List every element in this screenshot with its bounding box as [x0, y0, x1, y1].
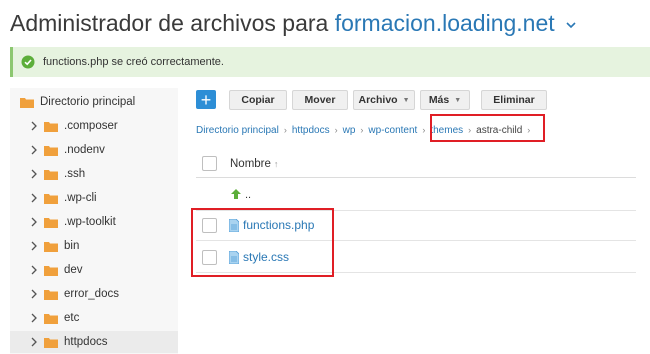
chevron-down-icon: ▼	[402, 96, 410, 104]
more-menu-label: Más	[428, 94, 450, 106]
up-arrow-icon	[231, 189, 241, 199]
tree-root-label: Directorio principal	[40, 96, 136, 108]
name-column-label: Nombre	[230, 157, 271, 170]
banner-message: functions.php se creó correctamente.	[43, 56, 224, 68]
folder-icon	[44, 145, 58, 156]
tree-item-label: .wp-cli	[64, 192, 97, 204]
parent-directory-row[interactable]: ..	[196, 180, 636, 211]
select-all-checkbox[interactable]	[202, 156, 217, 171]
tree-item-dev[interactable]: dev	[30, 262, 83, 278]
tree-item-wp-toolkit[interactable]: .wp-toolkit	[30, 214, 116, 230]
check-circle-icon	[21, 55, 35, 69]
tree-item-label: bin	[64, 240, 80, 252]
breadcrumb-item[interactable]: Directorio principal	[196, 125, 279, 136]
chevron-right-icon[interactable]	[30, 121, 38, 131]
folder-icon	[44, 169, 58, 180]
tree-item-label: httpdocs	[64, 336, 108, 348]
tree-item-etc[interactable]: etc	[30, 310, 79, 326]
breadcrumb-separator-icon: ›	[422, 125, 426, 135]
folder-tree: Directorio principal .composer .nodenv .…	[10, 88, 178, 354]
move-button-label: Mover	[304, 94, 336, 106]
tree-item-label: dev	[64, 264, 83, 276]
folder-icon	[44, 313, 58, 324]
folder-icon	[44, 265, 58, 276]
breadcrumb-separator-icon: ›	[283, 125, 287, 135]
chevron-right-icon[interactable]	[30, 145, 38, 155]
tree-item-bin[interactable]: bin	[30, 238, 79, 254]
tree-item-composer[interactable]: .composer	[30, 118, 118, 134]
copy-button[interactable]: Copiar	[229, 90, 287, 110]
folder-icon	[44, 193, 58, 204]
more-menu-button[interactable]: Más ▼	[420, 90, 470, 110]
chevron-right-icon[interactable]	[30, 313, 38, 323]
tree-root[interactable]: Directorio principal	[20, 94, 135, 110]
tree-item-error-docs[interactable]: error_docs	[30, 286, 119, 302]
folder-icon	[44, 337, 58, 348]
tree-item-nodenv[interactable]: .nodenv	[30, 142, 105, 158]
tree-item-label: .composer	[64, 120, 118, 132]
tree-item-label: .wp-toolkit	[64, 216, 116, 228]
highlight-box-files	[191, 208, 334, 277]
tree-item-ssh[interactable]: .ssh	[30, 166, 85, 182]
breadcrumb-separator-icon: ›	[334, 125, 338, 135]
sort-arrow-icon: ↑	[273, 158, 279, 169]
folder-icon	[44, 289, 58, 300]
chevron-right-icon[interactable]	[30, 337, 38, 347]
folder-icon	[44, 121, 58, 132]
breadcrumb-item[interactable]: wp-content	[368, 125, 417, 136]
delete-button[interactable]: Eliminar	[481, 90, 547, 110]
folder-icon	[20, 97, 34, 108]
tree-item-httpdocs[interactable]: httpdocs	[10, 331, 178, 353]
highlight-box-breadcrumb	[430, 114, 545, 142]
delete-button-label: Eliminar	[493, 94, 535, 106]
chevron-right-icon[interactable]	[30, 289, 38, 299]
tree-item-wp-cli[interactable]: .wp-cli	[30, 190, 97, 206]
domain-selector[interactable]: formacion.loading.net	[335, 10, 555, 36]
tree-item-label: etc	[64, 312, 80, 324]
page-title-prefix: Administrador de archivos para	[10, 10, 335, 36]
file-menu-button[interactable]: Archivo ▼	[353, 90, 415, 110]
chevron-right-icon[interactable]	[30, 169, 38, 179]
move-button[interactable]: Mover	[292, 90, 348, 110]
chevron-right-icon[interactable]	[30, 241, 38, 251]
breadcrumb-separator-icon: ›	[360, 125, 364, 135]
success-banner: functions.php se creó correctamente.	[10, 47, 650, 77]
tree-item-label: .nodenv	[64, 144, 105, 156]
chevron-right-icon[interactable]	[30, 217, 38, 227]
tree-item-label: error_docs	[64, 288, 119, 300]
file-menu-label: Archivo	[358, 94, 398, 106]
chevron-right-icon[interactable]	[30, 265, 38, 275]
breadcrumb-item[interactable]: httpdocs	[292, 125, 330, 136]
name-column-header[interactable]: Nombre ↑	[230, 158, 278, 170]
folder-icon	[44, 217, 58, 228]
chevron-right-icon[interactable]	[30, 193, 38, 203]
parent-directory-label: ..	[245, 189, 252, 201]
copy-button-label: Copiar	[241, 94, 275, 106]
tree-item-label: .ssh	[64, 168, 86, 180]
folder-icon	[44, 241, 58, 252]
breadcrumb-item[interactable]: wp	[343, 125, 356, 136]
chevron-down-icon[interactable]	[565, 19, 577, 31]
file-list-header: Nombre ↑	[196, 150, 636, 178]
page-title: Administrador de archivos para formacion…	[10, 6, 577, 40]
chevron-down-icon: ▼	[454, 96, 462, 104]
add-button[interactable]: +	[196, 90, 216, 109]
